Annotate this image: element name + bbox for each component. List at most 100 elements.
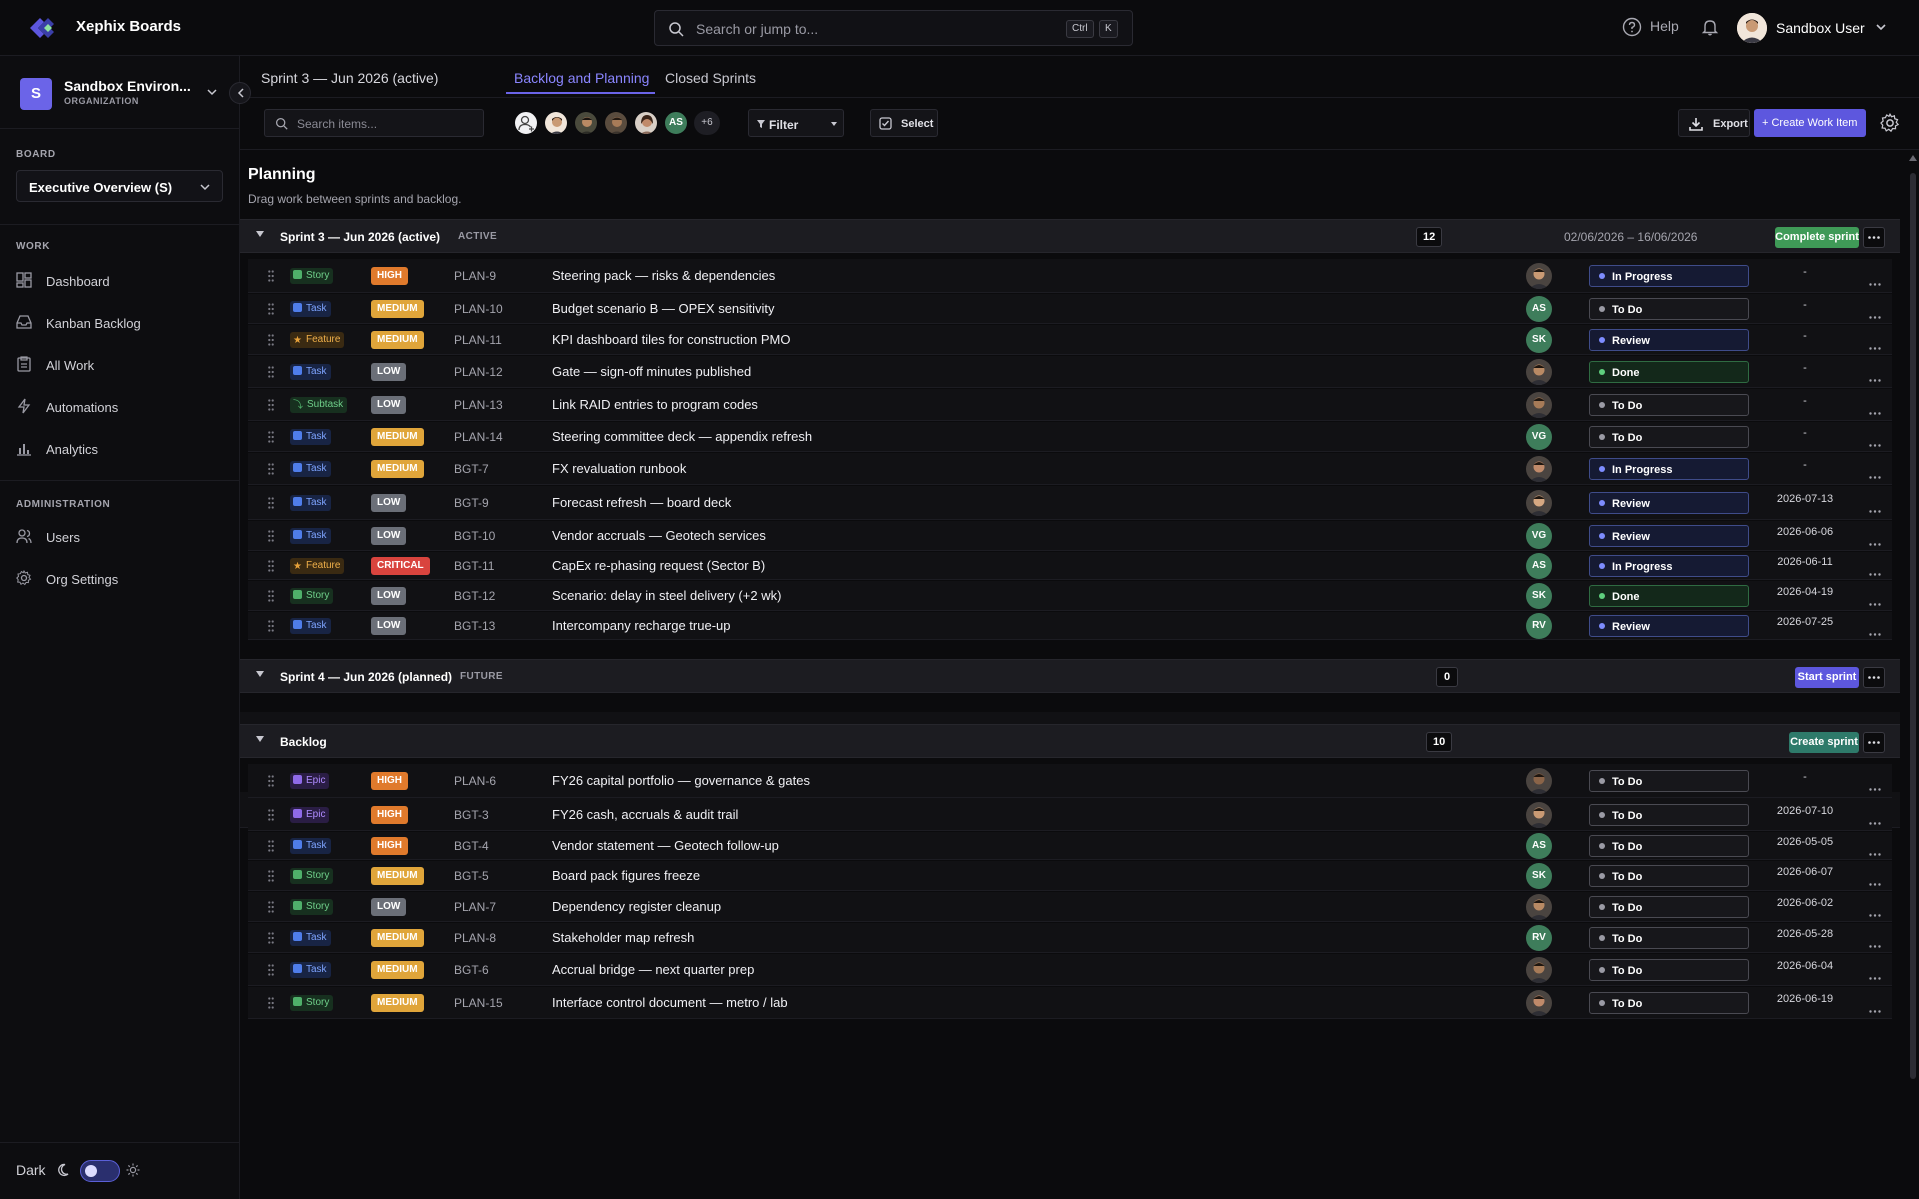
global-search-input[interactable]: Search or jump to... Ctrl K <box>654 10 1133 46</box>
notifications-bell-icon[interactable] <box>1700 17 1720 37</box>
work-item-row[interactable]: Task LOW PLAN-12 Gate — sign-off minutes pu… <box>248 356 1892 388</box>
assignee-avatar[interactable]: AS <box>1526 296 1552 322</box>
status-select[interactable]: Done <box>1589 585 1749 607</box>
due-date[interactable]: 2026-06-07 <box>1770 866 1840 878</box>
row-more-button[interactable] <box>1869 779 1881 794</box>
assignee-avatar[interactable]: VG <box>1526 424 1552 450</box>
due-date[interactable]: 2026-06-04 <box>1770 960 1840 972</box>
work-item-row[interactable]: Story MEDIUM PLAN-15 Interface control docu… <box>248 987 1892 1019</box>
item-title[interactable]: KPI dashboard tiles for construction PMO <box>552 332 790 347</box>
status-select[interactable]: Review <box>1589 615 1749 637</box>
drag-handle-icon[interactable] <box>268 620 274 632</box>
assignee-avatar[interactable] <box>1526 359 1552 385</box>
drag-handle-icon[interactable] <box>268 270 274 282</box>
assignee-avatar[interactable] <box>1526 802 1552 828</box>
item-key[interactable]: BGT-10 <box>454 529 495 543</box>
assignee-avatar[interactable] <box>1526 894 1552 920</box>
sprint-section-header[interactable]: Backlog 10 Create sprint <box>240 724 1900 758</box>
item-search-input[interactable]: Search items... <box>264 109 484 137</box>
assignee-avatar[interactable]: RV <box>1526 925 1552 951</box>
due-date[interactable]: - <box>1770 427 1840 439</box>
user-avatar[interactable] <box>1737 13 1767 43</box>
item-key[interactable]: PLAN-13 <box>454 398 503 412</box>
create-work-item-button[interactable]: + Create Work Item <box>1754 109 1866 137</box>
row-more-button[interactable] <box>1869 307 1881 322</box>
tab-closed-sprints[interactable]: Closed Sprints <box>665 70 756 86</box>
collapse-caret-icon[interactable] <box>256 230 264 238</box>
status-select[interactable]: Done <box>1589 361 1749 383</box>
collapse-caret-icon[interactable] <box>256 670 264 678</box>
row-more-button[interactable] <box>1869 467 1881 482</box>
help-link[interactable]: Help <box>1650 18 1679 34</box>
sprint-more-button[interactable] <box>1863 667 1885 688</box>
nav-item-automations[interactable]: Automations <box>16 392 226 422</box>
row-more-button[interactable] <box>1869 1001 1881 1016</box>
status-select[interactable]: To Do <box>1589 426 1749 448</box>
drag-handle-icon[interactable] <box>268 809 274 821</box>
work-item-row[interactable]: Story LOW BGT-12 Scenario: delay in steel d… <box>248 581 1892 611</box>
app-title[interactable]: Xephix Boards <box>76 18 181 35</box>
due-date[interactable]: 2026-06-06 <box>1770 526 1840 538</box>
nav-item-kanban-backlog[interactable]: Kanban Backlog <box>16 308 226 338</box>
due-date[interactable]: - <box>1770 459 1840 471</box>
drag-handle-icon[interactable] <box>268 530 274 542</box>
row-more-button[interactable] <box>1869 534 1881 549</box>
row-more-button[interactable] <box>1869 594 1881 609</box>
item-key[interactable]: PLAN-14 <box>454 430 503 444</box>
sidebar-collapse-button[interactable] <box>229 82 251 104</box>
due-date[interactable]: - <box>1770 266 1840 278</box>
assignee-avatar[interactable] <box>574 111 598 135</box>
row-more-button[interactable] <box>1869 564 1881 579</box>
due-date[interactable]: - <box>1770 299 1840 311</box>
item-key[interactable]: BGT-3 <box>454 808 489 822</box>
due-date[interactable]: 2026-05-05 <box>1770 836 1840 848</box>
sprint-action-button[interactable]: Complete sprint <box>1775 227 1859 248</box>
due-date[interactable]: 2026-07-13 <box>1770 493 1840 505</box>
app-logo-icon[interactable] <box>26 14 56 42</box>
due-date[interactable]: - <box>1770 395 1840 407</box>
work-item-row[interactable]: Task MEDIUM BGT-6 Accrual bridge — next qua… <box>248 954 1892 986</box>
item-title[interactable]: Vendor accruals — Geotech services <box>552 528 766 543</box>
status-select[interactable]: In Progress <box>1589 458 1749 480</box>
due-date[interactable]: 2026-07-25 <box>1770 616 1840 628</box>
item-title[interactable]: Budget scenario B — OPEX sensitivity <box>552 301 775 316</box>
drag-handle-icon[interactable] <box>268 463 274 475</box>
drag-handle-icon[interactable] <box>268 932 274 944</box>
assignee-avatar[interactable] <box>604 111 628 135</box>
assignee-avatar[interactable]: SK <box>1526 583 1552 609</box>
nav-item-users[interactable]: Users <box>16 522 226 552</box>
drag-handle-icon[interactable] <box>268 560 274 572</box>
main-scrollbar[interactable] <box>1908 151 1918 1199</box>
user-name[interactable]: Sandbox User <box>1776 20 1865 36</box>
due-date[interactable]: 2026-06-02 <box>1770 897 1840 909</box>
item-title[interactable]: Gate — sign-off minutes published <box>552 364 751 379</box>
work-item-row[interactable]: Story HIGH PLAN-9 Steering pack — risks & d… <box>248 259 1892 293</box>
nav-item-org-settings[interactable]: Org Settings <box>16 564 226 594</box>
assignee-avatar[interactable] <box>1526 263 1552 289</box>
item-key[interactable]: PLAN-6 <box>454 774 496 788</box>
item-title[interactable]: FY26 cash, accruals & audit trail <box>552 807 738 822</box>
status-select[interactable]: To Do <box>1589 394 1749 416</box>
row-more-button[interactable] <box>1869 435 1881 450</box>
sprint-more-button[interactable] <box>1863 732 1885 753</box>
drag-handle-icon[interactable] <box>268 497 274 509</box>
board-select[interactable]: Executive Overview (S) <box>16 170 223 202</box>
item-key[interactable]: PLAN-15 <box>454 996 503 1010</box>
work-item-row[interactable]: ⤵ Subtask LOW PLAN-13 Link RAID entries to p… <box>248 389 1892 421</box>
work-item-row[interactable]: Story LOW PLAN-7 Dependency register cleanu… <box>248 892 1892 922</box>
row-more-button[interactable] <box>1869 403 1881 418</box>
item-title[interactable]: Steering committee deck — appendix refre… <box>552 429 812 444</box>
status-select[interactable]: In Progress <box>1589 555 1749 577</box>
item-title[interactable]: Intercompany recharge true-up <box>552 618 730 633</box>
work-item-row[interactable]: Task MEDIUM PLAN-10 Budget scenario B — OPE… <box>248 294 1892 324</box>
item-key[interactable]: PLAN-12 <box>454 365 503 379</box>
assignee-avatar[interactable] <box>544 111 568 135</box>
item-title[interactable]: Vendor statement — Geotech follow-up <box>552 838 779 853</box>
row-more-button[interactable] <box>1869 844 1881 859</box>
drag-handle-icon[interactable] <box>268 303 274 315</box>
status-select[interactable]: To Do <box>1589 927 1749 949</box>
due-date[interactable]: - <box>1770 330 1840 342</box>
item-title[interactable]: Steering pack — risks & dependencies <box>552 268 775 283</box>
drag-handle-icon[interactable] <box>268 334 274 346</box>
item-key[interactable]: BGT-6 <box>454 963 489 977</box>
